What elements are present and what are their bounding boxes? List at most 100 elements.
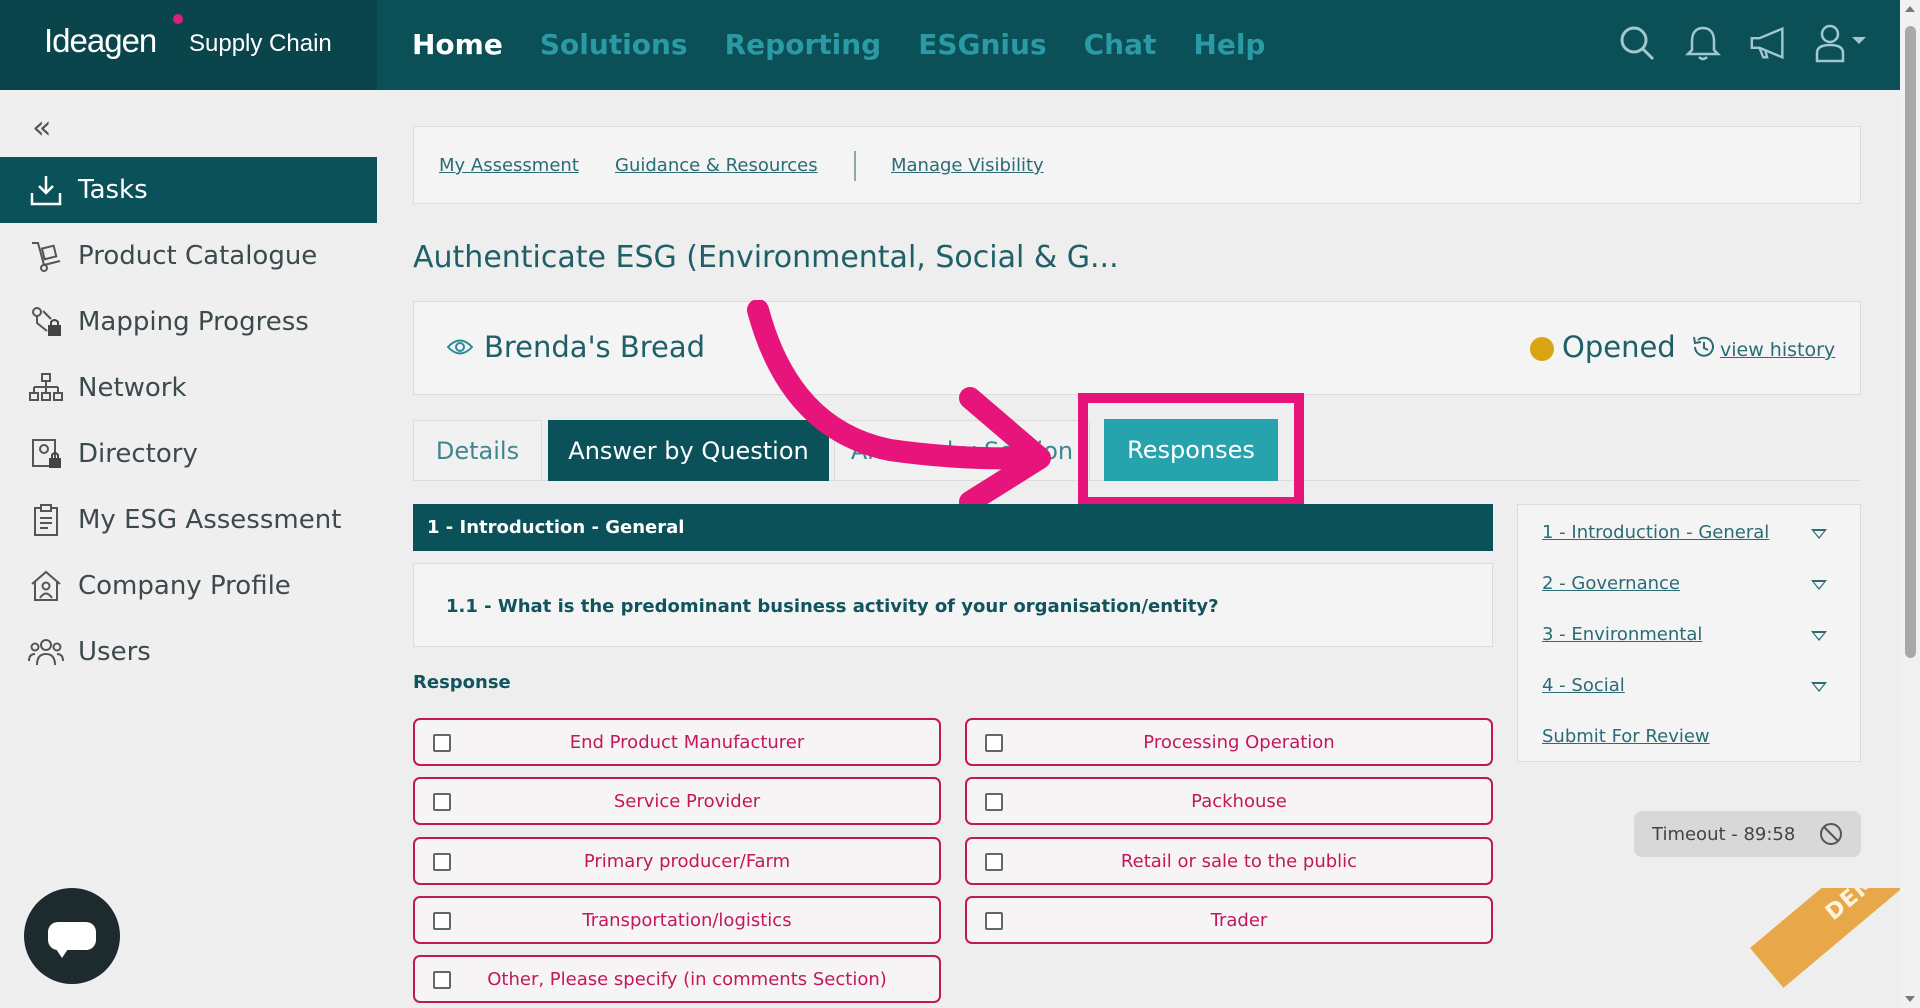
bell-icon[interactable] bbox=[1682, 22, 1724, 64]
sidebar-item-network[interactable]: Network bbox=[0, 355, 377, 421]
chevron-down-icon[interactable] bbox=[1811, 529, 1827, 539]
sidebar-item-label: Mapping Progress bbox=[78, 307, 309, 337]
highlight-box bbox=[1078, 393, 1304, 507]
option-label: Retail or sale to the public bbox=[1120, 850, 1358, 872]
option-checkbox[interactable] bbox=[433, 734, 451, 752]
organisation-card: Brenda's Bread Opened view history bbox=[413, 301, 1861, 395]
section-outline: 1 - Introduction - General 2 - Governanc… bbox=[1517, 504, 1861, 762]
chat-widget-button[interactable] bbox=[24, 888, 120, 984]
option-label: Processing Operation bbox=[1143, 731, 1335, 753]
status-dot bbox=[1530, 337, 1554, 361]
outline-item-environmental[interactable]: 3 - Environmental bbox=[1542, 624, 1702, 645]
question-text: 1.1 - What is the predominant business a… bbox=[446, 596, 1219, 617]
option-trader[interactable]: Trader bbox=[965, 896, 1493, 944]
option-processing-operation[interactable]: Processing Operation bbox=[965, 718, 1493, 766]
option-label: Service Provider bbox=[613, 790, 761, 812]
brand-logo[interactable]: Ideagen Supply Chain bbox=[0, 0, 377, 90]
chevron-down-icon[interactable] bbox=[1811, 631, 1827, 641]
nav-help[interactable]: Help bbox=[1193, 28, 1265, 61]
tab-details[interactable]: Details bbox=[413, 420, 542, 481]
sidebar-item-tasks[interactable]: Tasks bbox=[0, 157, 377, 223]
sidebar-list: Tasks Product Catalogue Mapping Progress… bbox=[0, 157, 377, 685]
view-history-link[interactable]: view history bbox=[1720, 339, 1835, 361]
sidebar-item-product-catalogue[interactable]: Product Catalogue bbox=[0, 223, 377, 289]
top-bar: Ideagen Supply Chain Home Solutions Repo… bbox=[0, 0, 1900, 90]
clipboard-icon bbox=[28, 502, 64, 538]
directory-lock-icon bbox=[28, 436, 64, 472]
collapse-sidebar-icon[interactable]: « bbox=[32, 108, 52, 146]
brand-product: Supply Chain bbox=[189, 30, 332, 57]
cancel-timeout-icon[interactable] bbox=[1819, 822, 1843, 851]
option-retail[interactable]: Retail or sale to the public bbox=[965, 837, 1493, 885]
search-icon[interactable] bbox=[1616, 22, 1658, 64]
trolley-icon bbox=[28, 238, 64, 274]
response-label: Response bbox=[413, 672, 511, 693]
nav-chat[interactable]: Chat bbox=[1084, 28, 1157, 61]
sidebar-item-mapping-progress[interactable]: Mapping Progress bbox=[0, 289, 377, 355]
option-packhouse[interactable]: Packhouse bbox=[965, 777, 1493, 825]
sidebar-item-label: Company Profile bbox=[78, 571, 291, 601]
sidebar-item-label: Network bbox=[78, 373, 187, 403]
chevron-down-icon[interactable] bbox=[1811, 580, 1827, 590]
chevron-down-icon[interactable] bbox=[1811, 682, 1827, 692]
manage-visibility-link[interactable]: Manage Visibility bbox=[891, 155, 1044, 176]
status-text: Opened bbox=[1562, 330, 1676, 364]
sidebar-item-label: My ESG Assessment bbox=[78, 505, 342, 535]
scrollbar-thumb[interactable] bbox=[1905, 26, 1916, 658]
my-assessment-link[interactable]: My Assessment bbox=[439, 155, 579, 176]
sidebar-item-my-esg-assessment[interactable]: My ESG Assessment bbox=[0, 487, 377, 553]
scroll-up-icon[interactable] bbox=[1905, 6, 1915, 12]
sidebar-item-company-profile[interactable]: Company Profile bbox=[0, 553, 377, 619]
nav-home[interactable]: Home bbox=[412, 28, 503, 61]
option-checkbox[interactable] bbox=[433, 912, 451, 930]
main-nav: Home Solutions Reporting ESGnius Chat He… bbox=[412, 28, 1265, 61]
option-checkbox[interactable] bbox=[433, 853, 451, 871]
history-icon[interactable] bbox=[1690, 334, 1716, 364]
submit-for-review-link[interactable]: Submit For Review bbox=[1542, 726, 1710, 747]
sidebar: « Tasks Product Catalogue Mapping Progre… bbox=[0, 90, 377, 1008]
brand-dot-icon bbox=[173, 14, 183, 24]
option-label: Other, Please specify (in comments Secti… bbox=[487, 968, 887, 990]
users-icon bbox=[28, 634, 64, 670]
outline-item-governance[interactable]: 2 - Governance bbox=[1542, 573, 1680, 594]
option-transportation[interactable]: Transportation/logistics bbox=[413, 896, 941, 944]
option-label: End Product Manufacturer bbox=[569, 731, 805, 753]
sidebar-item-label: Product Catalogue bbox=[78, 241, 318, 271]
option-label: Primary producer/Farm bbox=[583, 850, 791, 872]
demo-ribbon: DEMO bbox=[1740, 888, 1900, 1008]
sidebar-item-label: Tasks bbox=[78, 175, 148, 205]
option-checkbox[interactable] bbox=[985, 853, 1003, 871]
option-end-product-manufacturer[interactable]: End Product Manufacturer bbox=[413, 718, 941, 766]
option-primary-producer[interactable]: Primary producer/Farm bbox=[413, 837, 941, 885]
eye-icon[interactable] bbox=[446, 336, 474, 362]
sidebar-item-directory[interactable]: Directory bbox=[0, 421, 377, 487]
option-checkbox[interactable] bbox=[433, 793, 451, 811]
option-checkbox[interactable] bbox=[985, 734, 1003, 752]
header-icons bbox=[1616, 22, 1870, 64]
sidebar-item-users[interactable]: Users bbox=[0, 619, 377, 685]
option-checkbox[interactable] bbox=[985, 793, 1003, 811]
vertical-scrollbar[interactable] bbox=[1900, 0, 1920, 1008]
download-tray-icon bbox=[28, 172, 64, 208]
subnav-divider bbox=[854, 151, 856, 181]
nav-solutions[interactable]: Solutions bbox=[540, 28, 688, 61]
nav-reporting[interactable]: Reporting bbox=[725, 28, 882, 61]
option-service-provider[interactable]: Service Provider bbox=[413, 777, 941, 825]
option-checkbox[interactable] bbox=[433, 971, 451, 989]
tab-answer-by-section[interactable]: Answer by Section bbox=[834, 420, 1090, 481]
option-other[interactable]: Other, Please specify (in comments Secti… bbox=[413, 955, 941, 1003]
option-checkbox[interactable] bbox=[985, 912, 1003, 930]
megaphone-icon[interactable] bbox=[1748, 22, 1790, 64]
scroll-down-icon[interactable] bbox=[1905, 996, 1915, 1002]
nav-esgnius[interactable]: ESGnius bbox=[918, 28, 1046, 61]
option-label: Trader bbox=[1210, 909, 1268, 931]
outline-item-introduction[interactable]: 1 - Introduction - General bbox=[1542, 522, 1769, 543]
guidance-resources-link[interactable]: Guidance & Resources bbox=[615, 155, 818, 176]
outline-item-social[interactable]: 4 - Social bbox=[1542, 675, 1625, 696]
tab-answer-by-question[interactable]: Answer by Question bbox=[548, 420, 829, 481]
user-menu-icon[interactable] bbox=[1814, 22, 1870, 64]
house-user-icon bbox=[28, 568, 64, 604]
mapping-lock-icon bbox=[28, 304, 64, 340]
timeout-text: Timeout - 89:58 bbox=[1652, 823, 1796, 845]
network-icon bbox=[28, 370, 64, 406]
